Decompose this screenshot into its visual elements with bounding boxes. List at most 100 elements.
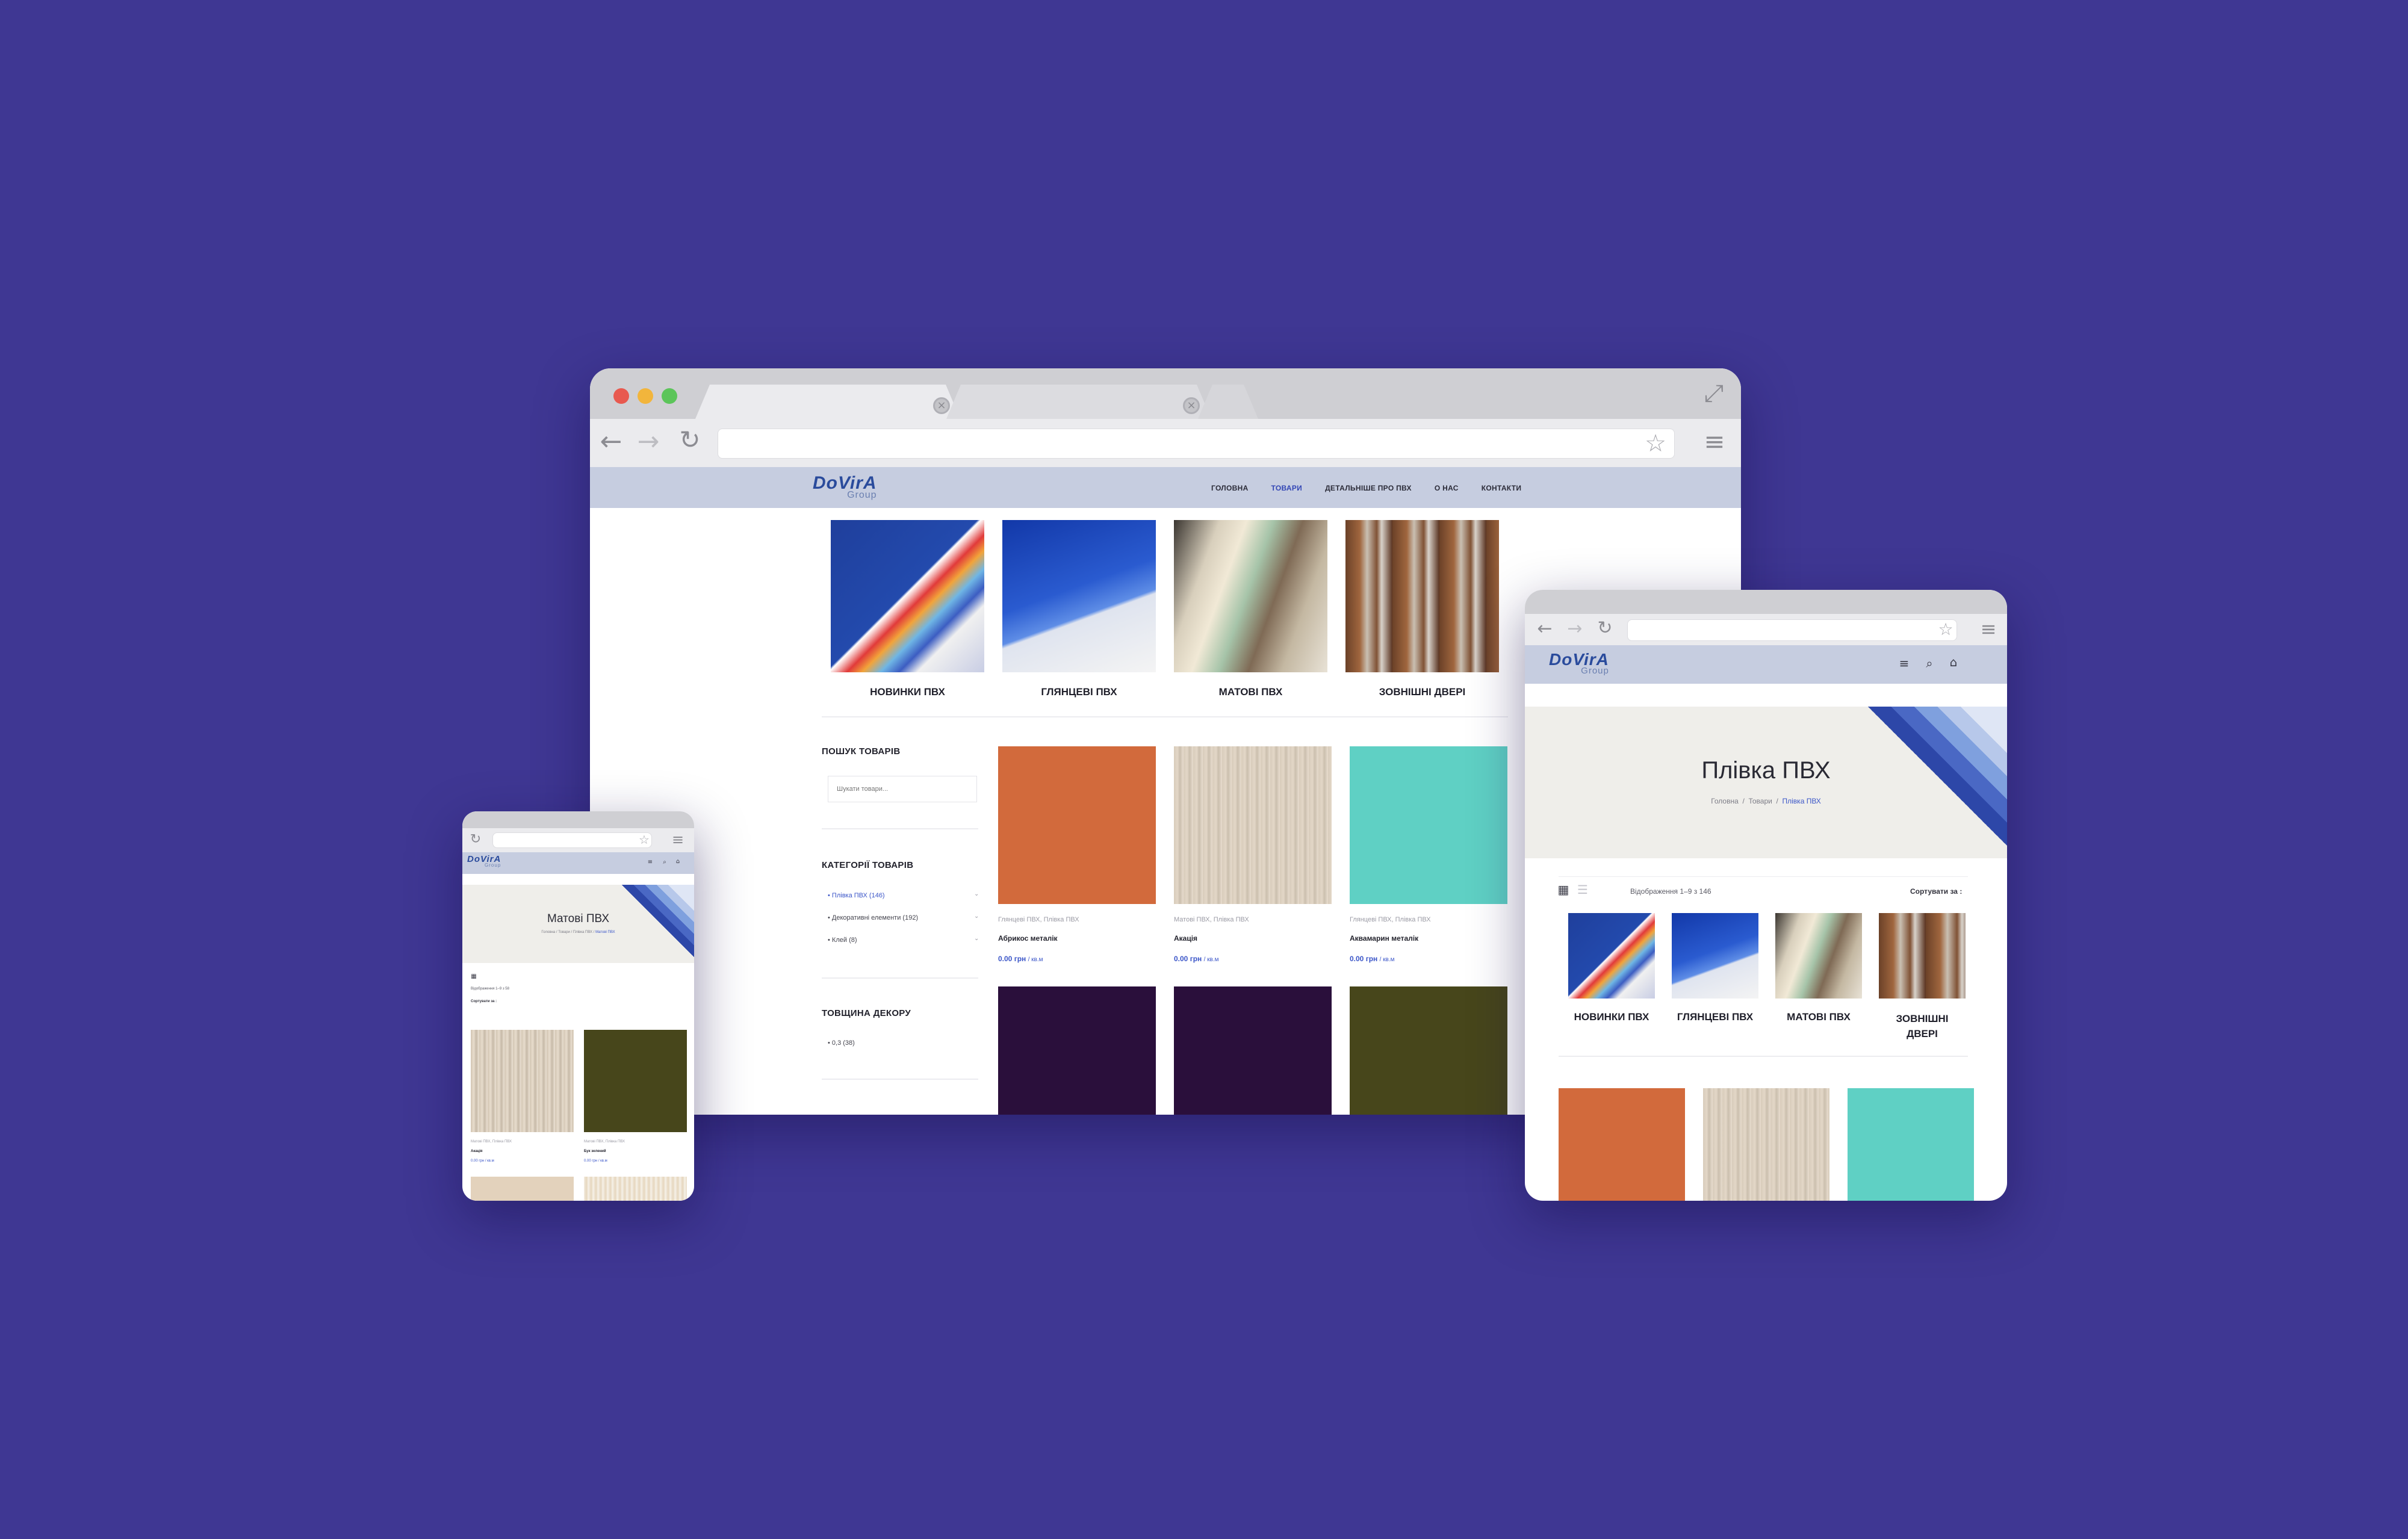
- close-tab-icon[interactable]: ×: [933, 397, 950, 414]
- site-logo[interactable]: DoVirA Group: [1549, 650, 1609, 676]
- category-image-doors[interactable]: [1345, 520, 1499, 672]
- reload-icon[interactable]: ↻: [675, 427, 705, 453]
- product-name[interactable]: Бук зелений: [584, 1150, 606, 1153]
- category-label[interactable]: МАТОВІ ПВХ: [1174, 686, 1327, 698]
- product-categories[interactable]: Глянцеві ПВХ, Плівка ПВХ: [998, 916, 1079, 923]
- site-logo[interactable]: DoVirA Group: [813, 473, 877, 501]
- site-logo[interactable]: DoVirA Group: [467, 854, 501, 868]
- cart-icon[interactable]: ⌂: [1946, 656, 1961, 668]
- forward-arrow-icon[interactable]: →: [633, 429, 663, 455]
- product-categories[interactable]: Матові ПВХ, Плівка ПВХ: [584, 1140, 625, 1144]
- menu-item-contacts[interactable]: КОНТАКТИ: [1482, 484, 1522, 492]
- search-icon[interactable]: ⌕: [661, 859, 668, 865]
- cart-icon[interactable]: ⌂: [674, 859, 681, 865]
- product-image[interactable]: [1350, 746, 1507, 904]
- sort-dropdown[interactable]: Сортувати за :: [471, 1000, 497, 1003]
- product-image[interactable]: [1559, 1088, 1685, 1201]
- product-image[interactable]: [1848, 1088, 1974, 1201]
- chevron-down-icon[interactable]: ⌄: [974, 935, 979, 942]
- menu-icon[interactable]: ≡: [669, 832, 686, 847]
- price-unit: / кв.м: [1028, 956, 1043, 963]
- menu-item-home[interactable]: ГОЛОВНА: [1211, 484, 1249, 492]
- menu-icon[interactable]: ≡: [647, 859, 654, 865]
- address-bar[interactable]: [492, 832, 652, 848]
- menu-icon[interactable]: ≡: [1976, 619, 2000, 639]
- category-image-doors[interactable]: [1879, 913, 1966, 999]
- list-view-icon[interactable]: ☰: [1577, 884, 1589, 896]
- product-categories[interactable]: Глянцеві ПВХ, Плівка ПВХ: [1350, 916, 1431, 923]
- product-image[interactable]: [998, 746, 1156, 904]
- product-search-input[interactable]: [828, 776, 977, 802]
- expand-icon[interactable]: ⤢: [1699, 382, 1729, 406]
- search-icon[interactable]: ⌕: [1922, 657, 1937, 669]
- reload-icon[interactable]: ↻: [468, 833, 483, 846]
- product-name[interactable]: Акація: [471, 1150, 483, 1153]
- category-image-new[interactable]: [1568, 913, 1655, 999]
- star-icon[interactable]: ☆: [637, 834, 651, 846]
- product-price: 0.00 грн / кв.м: [998, 955, 1043, 963]
- star-icon[interactable]: ☆: [1935, 621, 1956, 638]
- menu-item-about-pvc[interactable]: ДЕТАЛЬНІШЕ ПРО ПВХ: [1325, 484, 1412, 492]
- category-link-pvc[interactable]: • Плівка ПВХ (146): [828, 892, 885, 899]
- thickness-title: ТОВЩИНА ДЕКОРУ: [822, 1008, 911, 1018]
- menu-icon[interactable]: ≡: [1897, 657, 1911, 669]
- category-label[interactable]: МАТОВІ ПВХ: [1769, 1011, 1868, 1023]
- category-image-gloss[interactable]: [1672, 913, 1758, 999]
- star-icon[interactable]: ☆: [1640, 432, 1671, 456]
- browser-tab-active[interactable]: [695, 385, 960, 419]
- product-image[interactable]: [1350, 986, 1507, 1115]
- grid-view-icon[interactable]: ▦: [1557, 884, 1569, 896]
- category-label[interactable]: ЗОВНІШНІ ДВЕРІ: [1345, 686, 1499, 698]
- maximize-window-dot[interactable]: [662, 388, 677, 404]
- breadcrumb-link[interactable]: Товари: [1748, 797, 1772, 805]
- product-image[interactable]: [471, 1177, 574, 1201]
- category-label[interactable]: НОВИНКИ ПВХ: [831, 686, 984, 698]
- category-image-matte[interactable]: [1174, 520, 1327, 672]
- reload-icon[interactable]: ↻: [1595, 619, 1615, 637]
- address-bar[interactable]: [718, 429, 1675, 459]
- breadcrumb-link[interactable]: Плівка ПВХ: [573, 931, 592, 934]
- breadcrumb-link[interactable]: Головна: [541, 931, 555, 934]
- product-name[interactable]: Аквамарин металік: [1350, 934, 1418, 943]
- minimize-window-dot[interactable]: [638, 388, 653, 404]
- forward-arrow-icon[interactable]: →: [1565, 620, 1585, 638]
- product-image[interactable]: [584, 1030, 687, 1132]
- sort-dropdown[interactable]: Сортувати за :: [1910, 887, 1962, 896]
- product-name[interactable]: Абрикос металік: [998, 934, 1058, 943]
- category-label[interactable]: ГЛЯНЦЕВІ ПВХ: [1666, 1011, 1764, 1023]
- browser-tab[interactable]: [946, 385, 1211, 419]
- back-arrow-icon[interactable]: ←: [1534, 620, 1555, 638]
- product-image[interactable]: [1703, 1088, 1829, 1201]
- category-image-matte[interactable]: [1775, 913, 1862, 999]
- product-image[interactable]: [471, 1030, 574, 1132]
- category-image-gloss[interactable]: [1002, 520, 1156, 672]
- category-link-glue[interactable]: • Клей (8): [828, 937, 857, 944]
- category-label[interactable]: ЗОВНІШНІ ДВЕРІ: [1891, 1011, 1953, 1041]
- menu-icon[interactable]: ≡: [1698, 429, 1731, 454]
- category-link-decor[interactable]: • Декоративні елементи (192): [828, 914, 918, 921]
- breadcrumb-link[interactable]: Головна: [1711, 797, 1739, 805]
- menu-item-products[interactable]: ТОВАРИ: [1271, 484, 1303, 492]
- menu-item-about-us[interactable]: О НАС: [1435, 484, 1459, 492]
- product-image[interactable]: [1174, 986, 1332, 1115]
- address-bar[interactable]: [1627, 619, 1957, 641]
- product-image[interactable]: [998, 986, 1156, 1115]
- product-categories[interactable]: Матові ПВХ, Плівка ПВХ: [471, 1140, 512, 1144]
- close-window-dot[interactable]: [613, 388, 629, 404]
- grid-view-icon[interactable]: ▦: [471, 974, 477, 980]
- chevron-down-icon[interactable]: ⌄: [974, 891, 979, 897]
- close-tab-icon[interactable]: ×: [1183, 397, 1200, 414]
- back-arrow-icon[interactable]: ←: [596, 429, 626, 455]
- category-label[interactable]: НОВИНКИ ПВХ: [1562, 1011, 1661, 1023]
- new-tab-button[interactable]: [1198, 385, 1258, 419]
- category-label[interactable]: ГЛЯНЦЕВІ ПВХ: [1002, 686, 1156, 698]
- chevron-down-icon[interactable]: ⌄: [974, 913, 979, 920]
- product-image[interactable]: [584, 1177, 687, 1201]
- product-name[interactable]: Акація: [1174, 934, 1197, 943]
- breadcrumb-link[interactable]: Товари: [558, 931, 570, 934]
- thickness-link[interactable]: • 0,3 (38): [828, 1039, 855, 1047]
- product-image[interactable]: [1174, 746, 1332, 904]
- product-categories[interactable]: Матові ПВХ, Плівка ПВХ: [1174, 916, 1249, 923]
- breadcrumb: Головна / Товари / Плівка ПВХ: [1525, 797, 2007, 805]
- category-image-new[interactable]: [831, 520, 984, 672]
